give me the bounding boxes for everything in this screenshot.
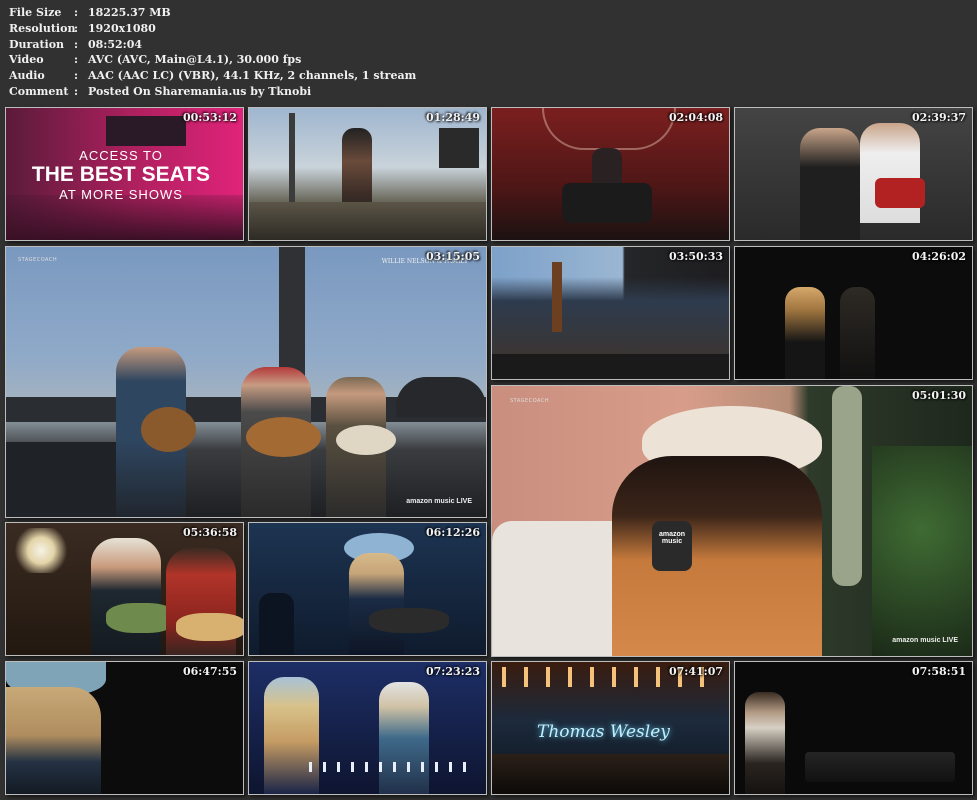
timestamp-13: 07:41:07 — [668, 665, 723, 678]
person-shape — [612, 456, 822, 656]
thumbnail-3: 02:04:08 — [491, 107, 730, 241]
timestamp-10: 06:12:26 — [425, 526, 480, 539]
info-row-comment: Comment: Posted On Sharemania.us by Tknob… — [9, 84, 312, 98]
timestamp-8: 05:01:30 — [911, 389, 966, 402]
guitar-2-shape — [246, 417, 321, 457]
timestamp-12: 07:23:23 — [425, 665, 480, 678]
timestamp-2: 01:28:49 — [425, 111, 480, 124]
musician-shape — [840, 287, 875, 379]
stage-gear-shape — [805, 752, 955, 782]
backdrop-antlers-shape — [542, 108, 676, 150]
thumbnail-14: 07:58:51 — [734, 661, 973, 795]
tent-shape — [396, 377, 486, 417]
plant-shape — [872, 446, 972, 656]
thumbnail-7: 04:26:02 — [734, 246, 973, 380]
amazon-music-live-logo: amazon music LIVE — [892, 637, 958, 644]
thumbnail-2: 01:28:49 — [248, 107, 487, 241]
singer-shape — [349, 553, 404, 655]
guitar-2-shape — [176, 613, 243, 641]
thumbnail-4: 02:39:37 — [734, 107, 973, 241]
thumbnail-6: 03:50:33 — [491, 246, 730, 380]
timestamp-14: 07:58:51 — [911, 665, 966, 678]
file-info-panel: File Size:18225.37 MB Resolution:1920x10… — [9, 5, 416, 100]
drum-kit-shape — [562, 183, 652, 223]
thumbnail-11: 06:47:55 — [5, 661, 244, 795]
timestamp-7: 04:26:02 — [911, 250, 966, 263]
timestamp-1: 00:53:12 — [182, 111, 237, 124]
singer-2-shape — [379, 682, 429, 794]
info-row-audio: Audio: AAC (AAC LC) (VBR), 44.1 KHz, 2 ch… — [9, 69, 417, 83]
tower-shape — [289, 113, 295, 203]
info-row-resolution: Resolution:1920x1080 — [9, 21, 156, 35]
crowd-shape — [249, 202, 486, 240]
guitar-1-shape — [141, 407, 196, 452]
band-member-shape — [259, 593, 294, 655]
timestamp-11: 06:47:55 — [182, 665, 237, 678]
promo-line-1: ACCESS TO — [79, 148, 163, 163]
guitar-shape — [369, 608, 449, 633]
brand-logo-text: STAGECOACH — [18, 257, 58, 263]
performer-shape — [745, 692, 785, 794]
info-row-file-size: File Size:18225.37 MB — [9, 6, 171, 19]
thumbnail-13: Thomas Wesley 07:41:07 — [491, 661, 730, 795]
thumbnail-5: STAGECOACH WILLIE NELSON & FAMILY amazon… — [5, 246, 487, 518]
stage-floor-shape — [492, 354, 729, 379]
musician-1-shape — [91, 538, 161, 655]
amazon-music-live-logo: amazon music LIVE — [406, 498, 472, 505]
stage-lights-shape — [309, 762, 469, 772]
timestamp-9: 05:36:58 — [182, 526, 237, 539]
neon-sign-text: Thomas Wesley — [537, 722, 670, 742]
musicians-shape — [492, 277, 729, 357]
singer-shape — [6, 687, 101, 794]
timestamp-4: 02:39:37 — [911, 111, 966, 124]
guitar-3-shape — [336, 425, 396, 455]
timestamp-3: 02:04:08 — [668, 111, 723, 124]
singer-shape — [800, 128, 860, 240]
info-row-duration: Duration:08:52:04 — [9, 37, 143, 51]
crowd-shape — [492, 754, 729, 794]
brand-logo-text: STAGECOACH — [510, 398, 550, 404]
timestamp-6: 03:50:33 — [668, 250, 723, 263]
thumbnail-9: 05:36:58 — [5, 522, 244, 656]
mic-flag-text: amazon music — [658, 531, 686, 545]
thumbnail-10: 06:12:26 — [248, 522, 487, 656]
bass-shape — [552, 262, 562, 332]
promo-line-3: AT MORE SHOWS — [59, 187, 183, 202]
stage-screen-shape — [106, 116, 186, 146]
screen-shape — [439, 128, 479, 168]
red-drum-shape — [875, 178, 925, 208]
singer-1-shape — [264, 677, 319, 794]
drummer-shape — [860, 123, 920, 223]
promo-line-2: THE BEST SEATS — [31, 163, 211, 186]
cactus-shape — [832, 386, 862, 586]
info-row-video: Video: AVC (AVC, Main@L4.1), 30.000 fps — [9, 53, 302, 67]
thumbnail-12: 07:23:23 — [248, 661, 487, 795]
singer-shape — [785, 287, 825, 379]
thumbnail-1: ACCESS TO THE BEST SEATS AT MORE SHOWS 0… — [5, 107, 244, 241]
spotlight-shape — [11, 528, 71, 573]
mic-shape — [652, 521, 692, 571]
thumbnail-8: amazon music STAGECOACH amazon music LIV… — [491, 385, 973, 657]
timestamp-5: 03:15:05 — [425, 250, 480, 263]
amp-shape — [6, 442, 116, 517]
